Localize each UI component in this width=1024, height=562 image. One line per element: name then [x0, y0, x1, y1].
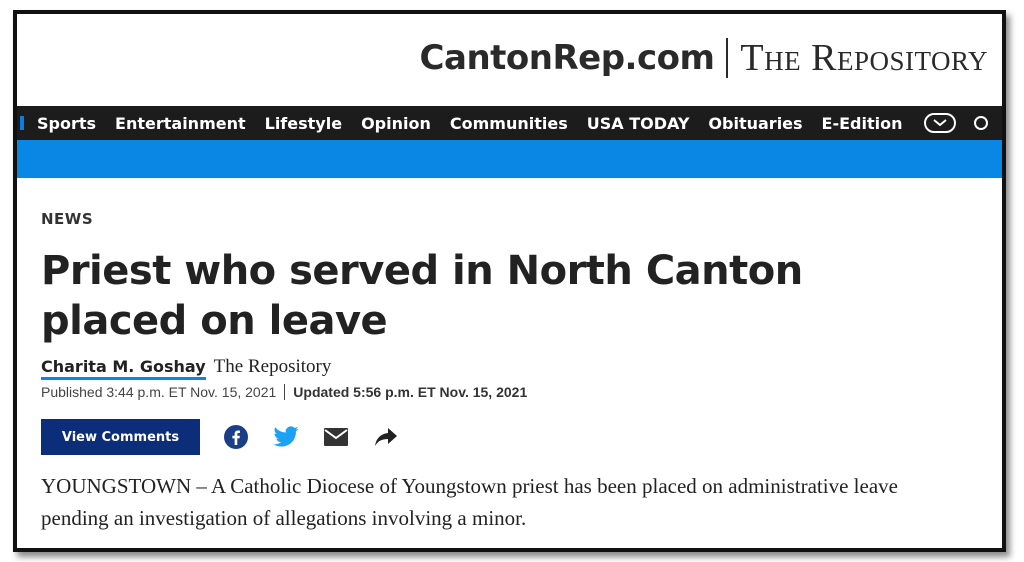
- article-actions: View Comments: [41, 418, 400, 456]
- twitter-icon[interactable]: [272, 423, 300, 451]
- site-name: CantonRep.com: [419, 38, 715, 78]
- nav-item-e-edition[interactable]: E-Edition: [822, 114, 903, 133]
- nav-scroll-edge: [20, 116, 24, 130]
- article: NEWS Priest who served in North Canton p…: [41, 178, 992, 548]
- nav-item-sports[interactable]: Sports: [37, 114, 96, 133]
- nav-item-usa-today[interactable]: USA TODAY: [587, 114, 690, 133]
- search-icon[interactable]: [973, 116, 988, 130]
- screenshot-frame: CantonRep.com The Repository Sports Ente…: [13, 10, 1006, 552]
- article-lede: YOUNGSTOWN – A Catholic Diocese of Young…: [41, 474, 898, 530]
- article-headline: Priest who served in North Canton placed…: [41, 248, 803, 344]
- accent-banner: [17, 140, 1002, 178]
- brand-divider: [726, 38, 729, 78]
- more-menu-button[interactable]: [923, 113, 956, 133]
- view-comments-button[interactable]: View Comments: [41, 419, 200, 455]
- author-link[interactable]: Charita M. Goshay: [41, 357, 206, 380]
- facebook-icon[interactable]: [222, 423, 250, 451]
- section-label[interactable]: NEWS: [41, 210, 93, 228]
- main-navigation: Sports Entertainment Lifestyle Opinion C…: [17, 106, 1002, 140]
- date-divider: [284, 384, 286, 400]
- nav-item-lifestyle[interactable]: Lifestyle: [265, 114, 342, 133]
- byline: Charita M. Goshay The Repository: [41, 356, 331, 380]
- nav-item-obituaries[interactable]: Obituaries: [708, 114, 802, 133]
- published-date: Published 3:44 p.m. ET Nov. 15, 2021: [41, 384, 277, 400]
- nav-item-opinion[interactable]: Opinion: [361, 114, 431, 133]
- email-icon[interactable]: [322, 423, 350, 451]
- updated-date: Updated 5:56 p.m. ET Nov. 15, 2021: [293, 384, 528, 400]
- outlet-name: The Repository: [213, 356, 332, 377]
- nav-item-entertainment[interactable]: Entertainment: [115, 114, 246, 133]
- paper-name: The Repository: [740, 37, 988, 79]
- share-arrow-icon[interactable]: [372, 423, 400, 451]
- chevron-down-icon: [932, 119, 947, 127]
- timestamps: Published 3:44 p.m. ET Nov. 15, 2021 Upd…: [41, 384, 527, 400]
- brand-logo[interactable]: CantonRep.com The Repository: [420, 36, 988, 80]
- masthead: CantonRep.com The Repository: [17, 14, 1002, 106]
- nav-item-communities[interactable]: Communities: [450, 114, 568, 133]
